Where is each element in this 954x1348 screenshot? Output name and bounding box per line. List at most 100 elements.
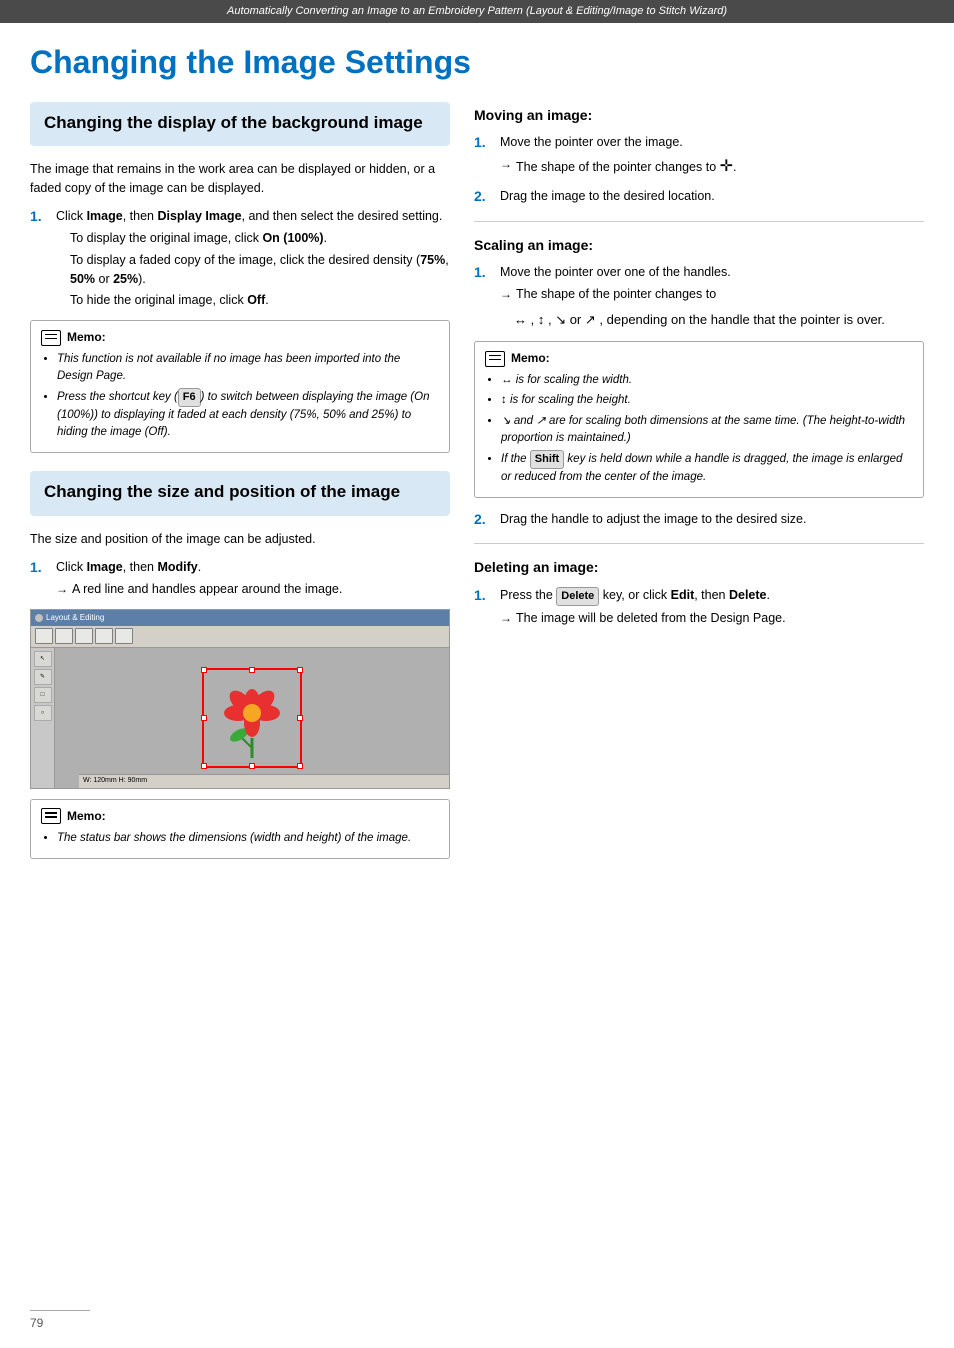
section1-title: Changing the display of the background i… — [44, 112, 436, 134]
red-border — [202, 668, 302, 768]
left-column: Changing the display of the background i… — [30, 102, 450, 859]
sidebar-tool-3: □ — [34, 687, 52, 703]
deleting-arrow: → The image will be deleted from the Des… — [500, 609, 786, 628]
step1-sub1: To display the original image, click On … — [70, 229, 450, 248]
screenshot-main: W: 120mm H: 90mm — [55, 648, 449, 788]
arrow-vert: ↕ — [538, 310, 545, 330]
sidebar-tool-2: ✎ — [34, 669, 52, 685]
handle-mr — [297, 715, 303, 721]
memo2-list: The status bar shows the dimensions (wid… — [41, 830, 439, 847]
deleting-step-num-1: 1. — [474, 586, 492, 606]
scaling-memo-item2: ↕ is for scaling the height. — [501, 392, 913, 409]
moving-title: Moving an image: — [474, 106, 924, 126]
step-number-1: 1. — [30, 207, 48, 227]
deleting-title: Deleting an image: — [474, 558, 924, 578]
scaling-step1-content: Move the pointer over one of the handles… — [500, 263, 885, 331]
scaling-memo-item3: ↘ and ↗ are for scaling both dimensions … — [501, 413, 913, 448]
memo-icon-1 — [41, 330, 61, 346]
scaling-title: Scaling an image: — [474, 236, 924, 256]
page-footer: 79 — [30, 1310, 90, 1332]
top-bar-text: Automatically Converting an Image to an … — [227, 5, 727, 17]
title-dot — [35, 614, 43, 622]
scaling-step1: 1. Move the pointer over one of the hand… — [474, 263, 924, 331]
memo-scaling-list: ↔ is for scaling the width. ↕ is for sca… — [485, 372, 913, 486]
moving-step1: 1. Move the pointer over the image. → Th… — [474, 133, 924, 179]
section2-intro: The size and position of the image can b… — [30, 530, 450, 549]
step1-sub2: To display a faded copy of the image, cl… — [70, 251, 450, 289]
handle-bl — [201, 763, 207, 769]
toolbar-btn-4 — [95, 628, 113, 644]
memo1-item2: Press the shortcut key (F6) to switch be… — [57, 388, 439, 441]
scaling-memo-item4: If the Shift key is held down while a ha… — [501, 450, 913, 486]
memo1-list: This function is not available if no ima… — [41, 351, 439, 442]
toolbar-btn-5 — [115, 628, 133, 644]
memo2-title: Memo: — [41, 808, 439, 825]
arrow-diag2: ↗ — [585, 310, 596, 330]
section-size-position: Changing the size and position of the im… — [30, 471, 450, 515]
moving-step2-content: Drag the image to the desired location. — [500, 187, 715, 206]
toolbar-btn-3 — [75, 628, 93, 644]
section-display-background: Changing the display of the background i… — [30, 102, 450, 146]
section2-step1: 1. Click Image, then Modify. → A red lin… — [30, 558, 450, 599]
handle-br — [297, 763, 303, 769]
screenshot-toolbar — [31, 626, 449, 648]
divider-2 — [474, 543, 924, 544]
statusbar-text: W: 120mm H: 90mm — [83, 776, 147, 786]
scaling-step-num-2: 2. — [474, 510, 492, 530]
screenshot-title-text: Layout & Editing — [46, 612, 104, 623]
scaling-arrow1: → The shape of the pointer changes to — [500, 285, 885, 304]
handle-ml — [201, 715, 207, 721]
divider-1 — [474, 221, 924, 222]
arrow-horiz: ↔ — [514, 310, 527, 330]
memo1-item1: This function is not available if no ima… — [57, 351, 439, 386]
handle-bm — [249, 763, 255, 769]
handle-tl — [201, 667, 207, 673]
memo-icon-2 — [41, 808, 61, 824]
scaling-step2: 2. Drag the handle to adjust the image t… — [474, 510, 924, 530]
screenshot-titlebar: Layout & Editing — [31, 610, 449, 626]
page-title: Changing the Image Settings — [30, 43, 924, 81]
scaling-arrows-display: ↔ , ↕ , ↘ or ↗ , depending on the handle… — [514, 308, 885, 332]
screenshot: Layout & Editing ↖ ✎ □ ○ — [30, 609, 450, 789]
memo-box-1: Memo: This function is not available if … — [30, 320, 450, 453]
step2-arrow: → A red line and handles appear around t… — [56, 580, 342, 599]
step2-number-1: 1. — [30, 558, 48, 578]
moving-step-num-2: 2. — [474, 187, 492, 207]
screenshot-statusbar: W: 120mm H: 90mm — [79, 774, 449, 788]
sidebar-tool-1: ↖ — [34, 651, 52, 667]
memo-icon-3 — [485, 351, 505, 367]
section1-intro: The image that remains in the work area … — [30, 160, 450, 198]
screenshot-sidebar: ↖ ✎ □ ○ — [31, 648, 55, 788]
memo-box-2: Memo: The status bar shows the dimension… — [30, 799, 450, 859]
toolbar-btn-2 — [55, 628, 73, 644]
deleting-step1: 1. Press the Delete key, or click Edit, … — [474, 586, 924, 627]
memo2-item1: The status bar shows the dimensions (wid… — [57, 830, 439, 847]
moving-step2: 2. Drag the image to the desired locatio… — [474, 187, 924, 207]
handle-tr — [297, 667, 303, 673]
shift-key: Shift — [530, 450, 564, 469]
top-bar: Automatically Converting an Image to an … — [0, 0, 954, 23]
step2-content: Click Image, then Modify. → A red line a… — [56, 558, 342, 599]
right-column: Moving an image: 1. Move the pointer ove… — [474, 102, 924, 859]
delete-key: Delete — [556, 587, 599, 606]
handle-tm — [249, 667, 255, 673]
moving-step1-content: Move the pointer over the image. → The s… — [500, 133, 737, 179]
scaling-step2-content: Drag the handle to adjust the image to t… — [500, 510, 806, 529]
scaling-step-num-1: 1. — [474, 263, 492, 283]
f6-key: F6 — [178, 388, 201, 407]
scaling-memo-item1: ↔ is for scaling the width. — [501, 372, 913, 389]
section1-step1: 1. Click Image, then Display Image, and … — [30, 207, 450, 310]
page-number: 79 — [30, 1316, 43, 1330]
move-cursor-icon: ✛ — [720, 158, 733, 175]
deleting-step1-content: Press the Delete key, or click Edit, the… — [500, 586, 786, 627]
step1-sub3: To hide the original image, click Off. — [70, 291, 450, 310]
moving-arrow1: → The shape of the pointer changes to ✛. — [500, 155, 737, 179]
toolbar-btn-1 — [35, 628, 53, 644]
moving-step-num-1: 1. — [474, 133, 492, 153]
arrow-diag1: ↘ — [555, 310, 566, 330]
step1-content: Click Image, then Display Image, and the… — [56, 207, 450, 310]
memo-box-scaling: Memo: ↔ is for scaling the width. ↕ is f… — [474, 341, 924, 498]
memo-scaling-title: Memo: — [485, 350, 913, 367]
arrow-symbol: → — [56, 580, 68, 598]
screenshot-body: ↖ ✎ □ ○ — [31, 648, 449, 788]
